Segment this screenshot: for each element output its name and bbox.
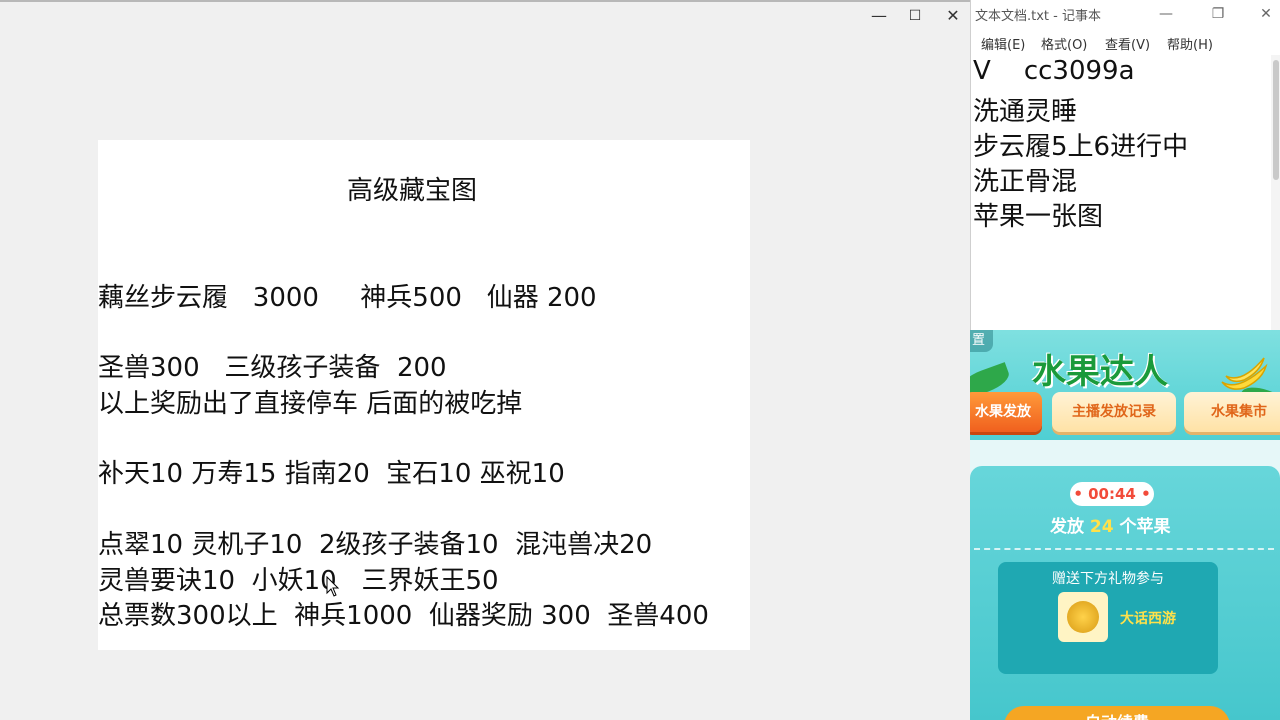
gift-note bbox=[998, 648, 1218, 672]
minimize-button[interactable]: — bbox=[862, 4, 896, 28]
document-line: 总票数300以上 神兵1000 仙器奖励 300 圣兽400 bbox=[98, 601, 709, 631]
document-line: 以上奖励出了直接停车 后面的被吃掉 bbox=[98, 389, 523, 419]
notepad-line[interactable]: 苹果一张图 bbox=[973, 196, 1103, 233]
document-title: 高级藏宝图 bbox=[346, 176, 477, 206]
notepad-minimize-button[interactable]: — bbox=[1151, 2, 1181, 26]
document-page: 高级藏宝图 藕丝步云履 3000 神兵500 仙器 200 圣兽300 三级孩子… bbox=[98, 140, 750, 650]
banana-icon bbox=[1221, 357, 1268, 390]
tab-fruit-market[interactable]: 水果集市 bbox=[1184, 392, 1280, 432]
maximize-button[interactable]: ☐ bbox=[898, 4, 932, 28]
document-line: 点翠10 灵机子10 2级孩子装备10 混沌兽决20 bbox=[98, 530, 653, 560]
menu-view[interactable]: 查看(V) bbox=[1105, 34, 1150, 53]
menu-help[interactable]: 帮助(H) bbox=[1167, 34, 1213, 53]
auto-renew-button[interactable]: 自动续费 bbox=[1004, 706, 1230, 720]
notepad-close-button[interactable]: ✕ bbox=[1251, 2, 1280, 26]
release-suffix: 个苹果 bbox=[1113, 517, 1171, 537]
fruit-app-panel: 置 水果达人 水果发放 主播发放记录 水果集市 • 00:44 • 发放 24 … bbox=[970, 330, 1280, 720]
gift-name: 大话西游 bbox=[1120, 611, 1176, 627]
fruit-app-title: 水果达人 bbox=[1032, 352, 1168, 392]
release-prefix: 发放 bbox=[1050, 517, 1090, 537]
notepad-title: 文本文档.txt - 记事本 bbox=[975, 9, 1101, 24]
document-line: 灵兽要诀10 小妖10 三界妖王50 bbox=[98, 566, 499, 596]
settings-tag[interactable]: 置 bbox=[970, 330, 994, 352]
tab-fruit-release[interactable]: 水果发放 bbox=[970, 392, 1042, 432]
notepad-line[interactable]: 洗通灵睡 bbox=[973, 91, 1077, 128]
window-top-border bbox=[0, 0, 970, 2]
menu-format[interactable]: 格式(O) bbox=[1041, 34, 1087, 53]
notepad-line[interactable]: 步云履5上6进行中 bbox=[973, 126, 1188, 163]
menu-edit[interactable]: 编辑(E) bbox=[981, 34, 1025, 53]
gift-box: 赠送下方礼物参与 大话西游 bbox=[998, 562, 1218, 674]
document-line: 藕丝步云履 3000 神兵500 仙器 200 bbox=[98, 283, 597, 313]
notepad-titlebar: 文本文档.txt - 记事本 — ❐ ✕ bbox=[971, 0, 1280, 28]
fruit-app-header: 置 水果达人 水果发放 主播发放记录 水果集市 bbox=[970, 330, 1280, 440]
release-info: 发放 24 个苹果 bbox=[1050, 512, 1171, 537]
notepad-scroll-thumb[interactable] bbox=[1273, 60, 1279, 180]
notepad-window: 文本文档.txt - 记事本 — ❐ ✕ 编辑(E) 格式(O) 查看(V) 帮… bbox=[970, 0, 1280, 330]
document-line: 补天10 万寿15 指南20 宝石10 巫祝10 bbox=[98, 459, 565, 489]
notepad-line[interactable]: 洗正骨混 bbox=[973, 161, 1077, 198]
notepad-maximize-button[interactable]: ❐ bbox=[1203, 2, 1233, 26]
notepad-line[interactable]: V cc3099a bbox=[973, 56, 1135, 86]
notepad-menubar: 编辑(E) 格式(O) 查看(V) 帮助(H) bbox=[971, 30, 1280, 54]
gift-coin-icon bbox=[1067, 601, 1099, 633]
mouse-cursor-icon bbox=[326, 576, 340, 597]
dashed-divider bbox=[974, 548, 1274, 550]
gift-icon[interactable] bbox=[1058, 592, 1108, 642]
tab-host-release-record[interactable]: 主播发放记录 bbox=[1052, 392, 1176, 432]
document-window: — ☐ ✕ 高级藏宝图 藕丝步云履 3000 神兵500 仙器 200 圣兽30… bbox=[0, 0, 970, 720]
gift-heading: 赠送下方礼物参与 bbox=[1052, 571, 1164, 587]
close-button[interactable]: ✕ bbox=[936, 4, 970, 28]
countdown-timer: • 00:44 • bbox=[1070, 482, 1154, 506]
document-line: 圣兽300 三级孩子装备 200 bbox=[98, 353, 447, 383]
release-count: 24 bbox=[1089, 517, 1114, 537]
